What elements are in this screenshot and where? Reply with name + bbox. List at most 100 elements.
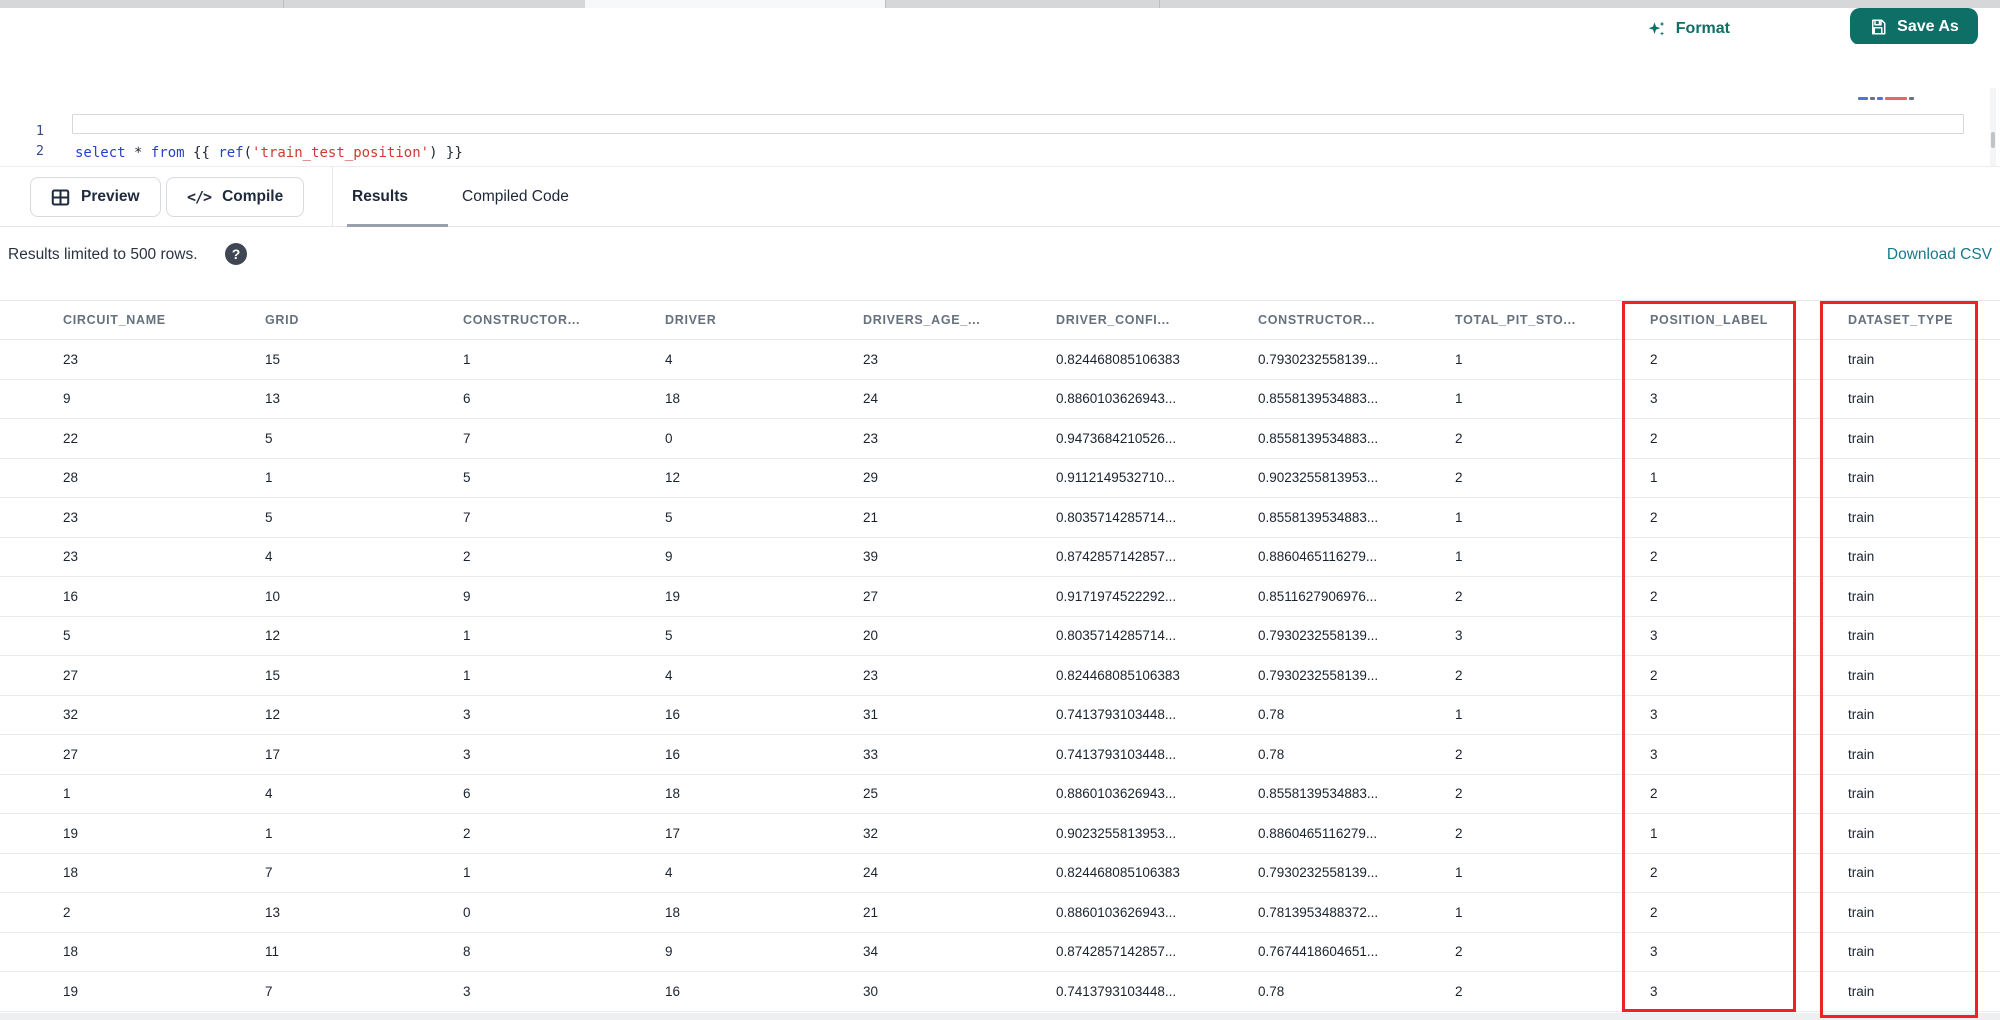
table-cell: 4: [665, 667, 673, 683]
active-file-tab[interactable]: [585, 0, 885, 8]
column-header[interactable]: CONSTRUCTOR...: [463, 313, 665, 327]
minimap-segment: [1885, 97, 1907, 100]
table-cell: 21: [863, 509, 879, 525]
table-cell: 9: [63, 391, 71, 407]
table-cell: 5: [665, 509, 673, 525]
table-cell: 0.8860465116279...: [1258, 549, 1378, 565]
column-header[interactable]: POSITION_LABEL: [1650, 313, 1848, 327]
table-cell: 1: [463, 351, 471, 367]
section-divider: [332, 167, 333, 227]
table-cell: 2: [1455, 588, 1463, 604]
column-header[interactable]: CIRCUIT_NAME: [63, 313, 265, 327]
minimap-segment: [1858, 97, 1868, 100]
table-grid-icon: [51, 189, 70, 206]
table-cell: train: [1848, 865, 1875, 881]
table-cell: 7: [463, 430, 471, 446]
table-cell: 1: [1455, 865, 1463, 881]
table-cell: 0.7930232558139...: [1258, 667, 1379, 683]
column-header[interactable]: DRIVER: [665, 313, 863, 327]
table-cell: 29: [863, 470, 879, 486]
compile-button[interactable]: </> Compile: [166, 177, 305, 217]
save-as-button[interactable]: Save As: [1850, 8, 1978, 45]
table-cell: 2: [1650, 588, 1658, 604]
table-cell: train: [1848, 944, 1875, 960]
table-cell: 0.7930232558139...: [1258, 351, 1379, 367]
table-cell: 15: [265, 351, 281, 367]
table-cell: 23: [63, 509, 79, 525]
table-cell: 0.9112149532710...: [1056, 470, 1176, 486]
table-cell: 1: [1455, 509, 1463, 525]
table-cell: 1: [463, 667, 471, 683]
table-cell: 23: [63, 549, 79, 565]
table-row: 23 15 1 4 23 0.824468085106383 0.7930232558139…: [0, 340, 2000, 380]
editor-scrollbar-thumb[interactable]: [1991, 132, 1995, 148]
table-cell: 7: [265, 983, 273, 999]
column-header[interactable]: DRIVERS_AGE_...: [863, 313, 1056, 327]
tab-compiled-code[interactable]: Compiled Code: [462, 167, 569, 227]
line-number: 2: [35, 143, 44, 159]
table-cell: 1: [1455, 707, 1463, 723]
table-cell: 3: [1650, 628, 1658, 644]
table-cell: 2: [1455, 944, 1463, 960]
table-cell: 25: [863, 786, 879, 802]
table-row: 19 7 3 16 30 0.7413793103448... 0.78 2 3 train: [0, 972, 2000, 1012]
table-cell: 2: [1650, 549, 1658, 565]
column-header[interactable]: DATASET_TYPE: [1848, 313, 2000, 327]
table-cell: 21: [863, 904, 879, 920]
table-cell: 24: [863, 865, 879, 881]
table-cell: 0.8860103626943...: [1056, 904, 1177, 920]
table-cell: 0.9023255813953...: [1258, 470, 1379, 486]
minimap-segment: [1877, 97, 1883, 100]
table-cell: 1: [1455, 904, 1463, 920]
results-status-row: Results limited to 500 rows. ? Download …: [0, 228, 2000, 286]
sql-editor[interactable]: 1 select * from {{ ref('train_test_posit…: [0, 44, 2000, 210]
format-button[interactable]: Format: [1647, 14, 1730, 44]
table-cell: 0: [665, 430, 673, 446]
table-cell: 27: [863, 588, 879, 604]
table-cell: 6: [463, 391, 471, 407]
table-cell: 0.8742857142857...: [1056, 549, 1177, 565]
editor-minimap[interactable]: [1858, 96, 1936, 101]
column-header[interactable]: DRIVER_CONFI...: [1056, 313, 1258, 327]
table-cell: 2: [1650, 865, 1658, 881]
table-row: 22 5 7 0 23 0.9473684210526... 0.8558139534883…: [0, 419, 2000, 459]
sql-code-line[interactable]: select * from {{ ref('train_test_positio…: [75, 142, 463, 164]
tab-results[interactable]: Results: [352, 167, 408, 227]
table-cell: 0.7813953488372...: [1258, 904, 1379, 920]
table-cell: 16: [665, 983, 681, 999]
table-cell: 12: [265, 707, 281, 723]
column-header[interactable]: GRID: [265, 313, 463, 327]
table-cell: 7: [265, 865, 273, 881]
table-cell: 0: [463, 904, 471, 920]
table-cell: train: [1848, 351, 1875, 367]
active-tab-underline: [347, 224, 448, 227]
help-icon[interactable]: ?: [225, 243, 247, 265]
table-row: 5 12 1 5 20 0.8035714285714... 0.7930232558139…: [0, 616, 2000, 656]
table-cell: 16: [63, 588, 79, 604]
column-header[interactable]: CONSTRUCTOR...: [1258, 313, 1455, 327]
table-cell: 2: [63, 904, 71, 920]
table-cell: 13: [265, 904, 281, 920]
table-row: 16 10 9 19 27 0.9171974522292... 0.85116279069…: [0, 577, 2000, 617]
table-cell: 0.8558139534883...: [1258, 786, 1379, 802]
table-cell: 3: [1650, 391, 1658, 407]
table-cell: 0.78: [1258, 983, 1285, 999]
table-cell: 16: [665, 746, 681, 762]
table-cell: 2: [1650, 351, 1658, 367]
table-cell: 13: [265, 391, 281, 407]
table-cell: 20: [863, 628, 879, 644]
table-cell: 0.8860103626943...: [1056, 786, 1177, 802]
table-cell: 2: [1650, 786, 1658, 802]
table-cell: 2: [1455, 746, 1463, 762]
table-cell: 15: [265, 667, 281, 683]
table-cell: train: [1848, 904, 1875, 920]
table-cell: 39: [863, 549, 879, 565]
table-body: 23 15 1 4 23 0.824468085106383 0.7930232558139…: [0, 340, 2000, 1012]
preview-button[interactable]: Preview: [30, 177, 161, 217]
column-header[interactable]: TOTAL_PIT_STO...: [1455, 313, 1650, 327]
download-csv-link[interactable]: Download CSV: [1887, 246, 1992, 264]
table-cell: 23: [863, 667, 879, 683]
sparkles-icon: [1647, 19, 1667, 39]
table-cell: 3: [1650, 944, 1658, 960]
table-cell: 3: [1650, 983, 1658, 999]
